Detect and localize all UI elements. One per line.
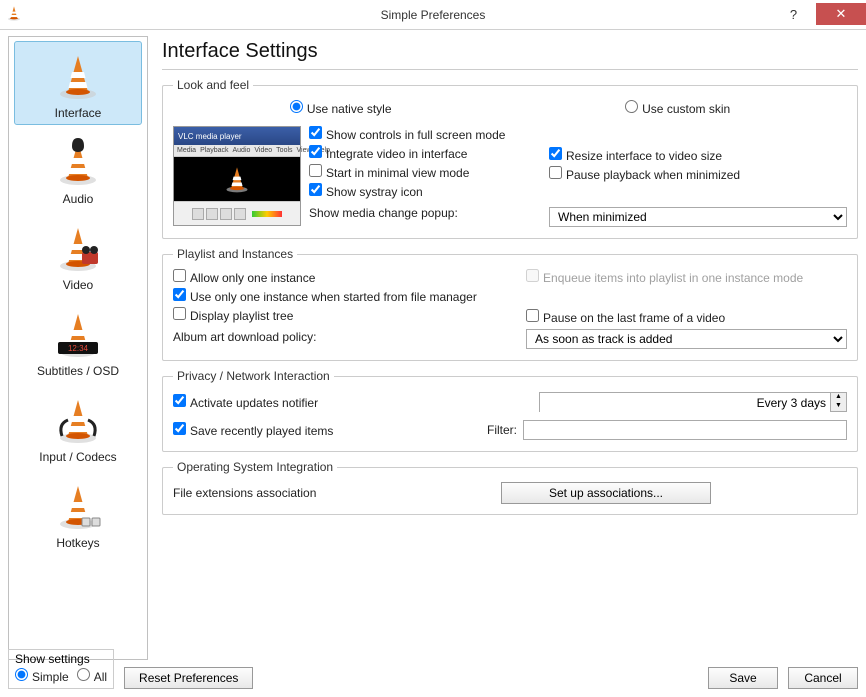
page-title: Interface Settings [162,40,858,63]
media-popup-select[interactable]: When minimized [549,207,847,227]
spinner-up-icon[interactable]: ▲ [831,393,846,402]
save-recent-checkbox[interactable]: Save recently played items [173,422,487,438]
app-icon [6,5,26,25]
filter-input[interactable] [523,420,847,440]
os-integration-group: Operating System Integration File extens… [162,460,858,515]
sidebar-item-video[interactable]: Video [14,213,142,297]
update-interval-input[interactable] [540,393,830,413]
window-title: Simple Preferences [381,8,486,22]
show-simple-radio[interactable]: Simple [15,668,69,684]
spinner-down-icon[interactable]: ▼ [831,402,846,411]
playlist-group: Playlist and Instances Allow only one in… [162,247,858,361]
hotkeys-icon [50,478,106,534]
interface-icon [50,48,106,104]
update-interval-spinner[interactable]: ▲▼ [539,392,847,412]
one-instance-fm-checkbox[interactable]: Use only one instance when started from … [173,288,526,304]
titlebar: Simple Preferences ? ✕ [0,0,866,30]
show-all-radio[interactable]: All [77,668,107,684]
sidebar-item-interface[interactable]: Interface [14,41,142,125]
close-button[interactable]: ✕ [816,3,866,25]
group-legend: Playlist and Instances [173,247,297,261]
codecs-icon [50,392,106,448]
pause-last-frame-checkbox[interactable]: Pause on the last frame of a video [526,309,847,325]
sidebar-item-hotkeys[interactable]: Hotkeys [14,471,142,555]
show-controls-checkbox[interactable]: Show controls in full screen mode [309,126,549,142]
sidebar-item-label: Video [63,278,93,292]
sidebar-item-audio[interactable]: Audio [14,127,142,211]
sidebar-item-input-codecs[interactable]: Input / Codecs [14,385,142,469]
group-legend: Look and feel [173,78,253,92]
sidebar-item-label: Hotkeys [56,536,99,550]
show-settings-group: Show settings Simple All [8,649,114,689]
resize-interface-checkbox[interactable]: Resize interface to video size [549,147,847,163]
updates-checkbox[interactable]: Activate updates notifier [173,394,539,410]
group-legend: Operating System Integration [173,460,337,474]
file-assoc-label: File extensions association [173,486,495,500]
filter-label: Filter: [487,423,517,437]
one-instance-checkbox[interactable]: Allow only one instance [173,269,526,285]
look-and-feel-group: Look and feel Use native style Use custo… [162,78,858,239]
category-sidebar: Interface Audio Video 12:34 Subtitles / … [8,36,148,660]
start-minimal-checkbox[interactable]: Start in minimal view mode [309,164,549,180]
show-systray-checkbox[interactable]: Show systray icon [309,183,549,199]
sidebar-item-subtitles[interactable]: 12:34 Subtitles / OSD [14,299,142,383]
setup-associations-button[interactable]: Set up associations... [501,482,711,504]
album-art-label: Album art download policy: [173,330,316,344]
media-popup-label: Show media change popup: [309,206,458,220]
sidebar-item-label: Subtitles / OSD [37,364,119,378]
group-legend: Privacy / Network Interaction [173,369,334,383]
enqueue-checkbox: Enqueue items into playlist in one insta… [526,269,847,285]
privacy-group: Privacy / Network Interaction Activate u… [162,369,858,452]
show-settings-label: Show settings [15,652,107,666]
video-icon [50,220,106,276]
help-button[interactable]: ? [771,3,816,27]
integrate-video-checkbox[interactable]: Integrate video in interface [309,145,549,161]
audio-icon [50,134,106,190]
pause-minimized-checkbox[interactable]: Pause playback when minimized [549,166,847,182]
sidebar-item-label: Input / Codecs [39,450,116,464]
reset-preferences-button[interactable]: Reset Preferences [124,667,253,689]
native-style-radio[interactable]: Use native style [290,100,392,116]
save-button[interactable]: Save [708,667,778,689]
subtitles-icon: 12:34 [50,306,106,362]
custom-skin-radio[interactable]: Use custom skin [625,100,730,116]
interface-preview: VLC media player MediaPlaybackAudioVideo… [173,126,301,226]
svg-text:12:34: 12:34 [68,344,89,353]
cancel-button[interactable]: Cancel [788,667,858,689]
album-art-select[interactable]: As soon as track is added [526,329,847,349]
sidebar-item-label: Audio [63,192,94,206]
sidebar-item-label: Interface [55,106,102,120]
display-tree-checkbox[interactable]: Display playlist tree [173,307,526,323]
